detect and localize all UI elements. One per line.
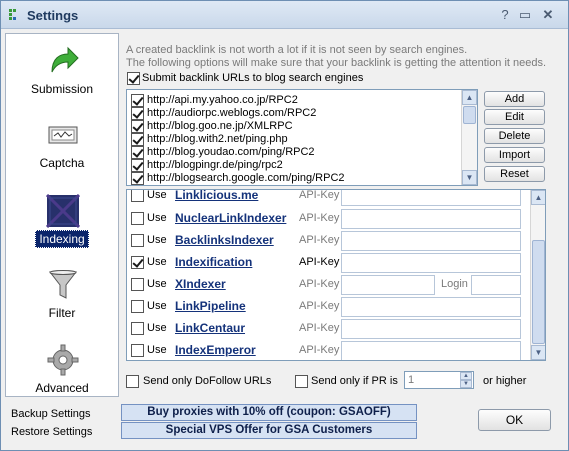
indexing-description: A created backlink is not worth a lot if… <box>126 44 547 69</box>
proxy-offer-banner[interactable]: Buy proxies with 10% off (coupon: GSAOFF… <box>121 404 417 421</box>
import-button[interactable]: Import <box>484 147 545 163</box>
scroll-up-icon[interactable]: ▲ <box>531 190 545 205</box>
indexer-row-linklicious: Use Linklicious.me API-Key <box>127 190 529 207</box>
pr-value: 1 <box>408 374 415 386</box>
window-title: Settings <box>27 8 79 23</box>
indexer-scrollbar[interactable]: ▲ ▼ <box>530 190 545 360</box>
indexer-row-linkpipeline: Use LinkPipeline API-Key <box>127 296 529 318</box>
api-key-input[interactable] <box>341 319 521 339</box>
sidebar-item-filter[interactable]: Filter <box>6 264 118 334</box>
indexer-checkbox[interactable] <box>131 344 144 357</box>
pr-label: Send only if PR is <box>311 375 398 387</box>
indexer-link[interactable]: LinkCentaur <box>175 321 245 335</box>
url-checkbox[interactable] <box>131 120 144 133</box>
indexing-icon <box>46 194 80 228</box>
scroll-down-icon[interactable]: ▼ <box>531 345 545 360</box>
indexer-row-xindexer: Use XIndexer API-Key Login <box>127 274 529 296</box>
api-key-input[interactable] <box>341 231 521 251</box>
api-key-input[interactable] <box>341 275 435 295</box>
indexer-link[interactable]: IndexEmperor <box>175 343 256 357</box>
indexer-link[interactable]: BacklinksIndexer <box>175 233 274 247</box>
blog-search-url-list[interactable]: http://api.my.yahoo.co.jp/RPC2 http://au… <box>126 89 478 186</box>
sidebar-item-label: Captcha <box>39 156 85 170</box>
sidebar-item-label: Advanced <box>35 381 89 395</box>
sidebar-item-label: Filter <box>48 306 76 320</box>
url-checkbox[interactable] <box>131 94 144 107</box>
higher-label: or higher <box>483 375 527 387</box>
sidebar-item-label: Indexing <box>35 230 89 248</box>
vps-offer-banner[interactable]: Special VPS Offer for GSA Customers <box>121 422 417 439</box>
green-arrow-icon <box>51 46 79 73</box>
indexer-checkbox[interactable] <box>131 190 144 202</box>
indexer-link[interactable]: Linklicious.me <box>175 190 258 202</box>
funnel-icon <box>48 270 78 299</box>
url-checkbox[interactable] <box>131 133 144 146</box>
close-icon[interactable]: ✕ <box>539 7 557 23</box>
indexer-checkbox[interactable] <box>131 278 144 291</box>
indexer-checkbox[interactable] <box>131 212 144 225</box>
dofollow-checkbox[interactable] <box>126 375 139 388</box>
title-bar: Settings ? ▭ ✕ <box>1 1 568 29</box>
gear-icon <box>47 344 79 376</box>
api-key-input[interactable] <box>341 341 521 360</box>
url-checkbox[interactable] <box>131 146 144 159</box>
reset-button[interactable]: Reset <box>484 166 545 182</box>
delete-button[interactable]: Delete <box>484 128 545 144</box>
indexer-checkbox[interactable] <box>131 256 144 269</box>
sidebar-item-advanced[interactable]: Advanced <box>6 339 118 409</box>
submit-urls-checkbox[interactable] <box>127 72 140 85</box>
edit-button[interactable]: Edit <box>484 109 545 125</box>
captcha-icon <box>48 126 78 144</box>
scroll-thumb[interactable] <box>532 240 545 344</box>
indexer-row-indexification: Use Indexification API-Key <box>127 252 529 274</box>
sidebar-item-captcha[interactable]: Captcha <box>6 114 118 184</box>
sidebar-item-indexing[interactable]: Indexing <box>6 190 118 260</box>
indexer-row-backlinksindexer: Use BacklinksIndexer API-Key <box>127 230 529 252</box>
url-checkbox[interactable] <box>131 172 144 185</box>
url-checkbox[interactable] <box>131 107 144 120</box>
help-icon[interactable]: ? <box>496 7 514 23</box>
settings-sidebar: Submission Captcha Indexing Filter Advan… <box>5 33 119 397</box>
settings-window: Settings ? ▭ ✕ Submission Captcha Indexi… <box>0 0 569 451</box>
indexer-row-linkcentaur: Use LinkCentaur API-Key <box>127 318 529 340</box>
indexer-checkbox[interactable] <box>131 322 144 335</box>
scroll-up-icon[interactable]: ▲ <box>462 90 477 105</box>
spin-down-icon[interactable]: ▼ <box>460 380 472 388</box>
indexer-row-indexemperor: Use IndexEmperor API-Key <box>127 340 529 360</box>
sidebar-item-label: Submission <box>30 82 94 96</box>
api-key-input[interactable] <box>341 190 521 206</box>
add-button[interactable]: Add <box>484 91 545 107</box>
backup-settings-link[interactable]: Backup Settings <box>11 408 91 420</box>
indexer-row-nuclearlinkindexer: Use NuclearLinkIndexer API-Key <box>127 208 529 230</box>
indexer-checkbox[interactable] <box>131 300 144 313</box>
indexer-link[interactable]: Indexification <box>175 255 252 269</box>
login-input[interactable] <box>471 275 521 295</box>
scroll-down-icon[interactable]: ▼ <box>462 170 477 185</box>
scroll-thumb[interactable] <box>463 106 476 124</box>
api-key-input[interactable] <box>341 297 521 317</box>
pr-spinner[interactable]: 1 ▲ ▼ <box>404 371 474 389</box>
indexer-services-panel: Use Linklicious.me API-Key Use NuclearLi… <box>126 189 546 361</box>
app-icon <box>9 9 16 20</box>
url-list-scrollbar[interactable]: ▲ ▼ <box>461 90 477 185</box>
url-checkbox[interactable] <box>131 159 144 172</box>
sidebar-item-submission[interactable]: Submission <box>6 40 118 110</box>
api-key-input[interactable] <box>341 209 521 229</box>
submit-urls-label: Submit backlink URLs to blog search engi… <box>142 72 364 84</box>
api-key-input[interactable] <box>341 253 521 273</box>
ok-button[interactable]: OK <box>478 409 551 431</box>
restore-settings-link[interactable]: Restore Settings <box>11 426 92 438</box>
indexer-checkbox[interactable] <box>131 234 144 247</box>
maximize-icon[interactable]: ▭ <box>516 7 534 23</box>
indexer-link[interactable]: NuclearLinkIndexer <box>175 211 286 225</box>
spin-up-icon[interactable]: ▲ <box>460 372 472 380</box>
pr-checkbox[interactable] <box>295 375 308 388</box>
dofollow-label: Send only DoFollow URLs <box>143 375 272 387</box>
indexer-link[interactable]: LinkPipeline <box>175 299 246 313</box>
indexer-link[interactable]: XIndexer <box>175 277 226 291</box>
